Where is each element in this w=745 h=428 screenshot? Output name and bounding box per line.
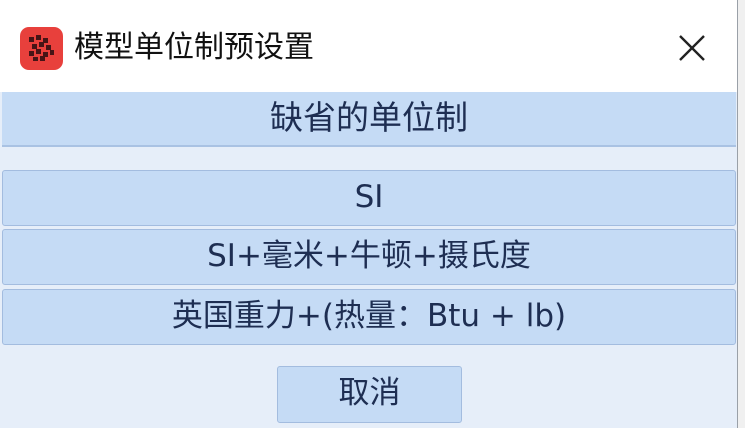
default-unit-system-header: 缺省的单位制: [2, 92, 736, 147]
option-si-mm-newton-celsius-button[interactable]: SI+毫米+牛顿+摄氏度: [2, 229, 736, 285]
app-logo-icon: [20, 27, 63, 70]
close-button[interactable]: [664, 23, 720, 73]
title-bar: 模型单位制预设置: [0, 0, 737, 92]
option-british-gravitational-button[interactable]: 英国重力+(热量：Btu + lb): [2, 289, 736, 345]
dialog-content: 缺省的单位制 SI SI+毫米+牛顿+摄氏度 英国重力+(热量：Btu + lb…: [0, 92, 737, 428]
cancel-button[interactable]: 取消: [277, 366, 462, 423]
background-window-edge: [738, 0, 745, 428]
unit-preset-dialog: 模型单位制预设置 缺省的单位制 SI SI+毫米+牛顿+摄氏度 英国重力+(热量…: [0, 0, 738, 428]
window-title: 模型单位制预设置: [74, 30, 314, 65]
option-si-button[interactable]: SI: [2, 170, 736, 226]
close-icon: [679, 35, 705, 61]
